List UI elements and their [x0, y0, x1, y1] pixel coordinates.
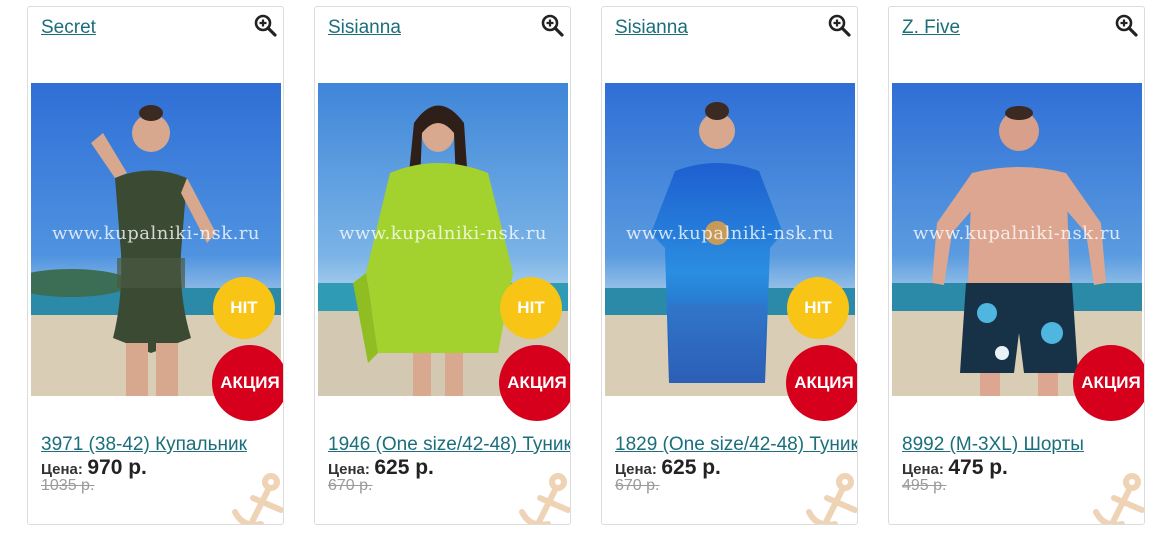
sale-badge: АКЦИЯ: [212, 345, 283, 421]
product-grid: Secret www.kupalniki-nsk.ru HIT АКЦИЯ 39…: [27, 6, 1147, 526]
sale-badge: АКЦИЯ: [499, 345, 570, 421]
anchor-icon: [232, 473, 283, 524]
old-price: 495 р.: [902, 477, 947, 494]
price-label: Цена:: [41, 461, 83, 478]
price-label: Цена:: [328, 461, 370, 478]
zoom-in-icon[interactable]: [253, 13, 277, 37]
brand-link[interactable]: Z. Five: [902, 17, 960, 39]
price-label: Цена:: [615, 461, 657, 478]
zoom-in-icon[interactable]: [1114, 13, 1138, 37]
anchor-icon: [1093, 473, 1144, 524]
price-value: 625 р.: [374, 456, 434, 479]
product-title-link[interactable]: 3971 (38-42) Купальник: [41, 434, 283, 456]
price-value: 970 р.: [87, 456, 147, 479]
product-title-link[interactable]: 1946 (One size/42-48) Туника: [328, 434, 570, 456]
zoom-in-icon[interactable]: [540, 13, 564, 37]
product-card: Secret www.kupalniki-nsk.ru HIT АКЦИЯ 39…: [27, 6, 284, 525]
brand-link[interactable]: Sisianna: [328, 17, 401, 39]
product-card: Sisianna www.kupalniki-nsk.ru HIT АКЦИЯ …: [314, 6, 571, 525]
sale-badge: АКЦИЯ: [1073, 345, 1144, 421]
anchor-icon: [519, 473, 570, 524]
watermark: www.kupalniki-nsk.ru: [338, 223, 548, 244]
watermark: www.kupalniki-nsk.ru: [51, 223, 261, 244]
product-card: Sisianna www.kupalniki-nsk.ru HIT АКЦИЯ …: [601, 6, 858, 525]
brand-link[interactable]: Sisianna: [615, 17, 688, 39]
hit-badge: HIT: [213, 277, 275, 339]
brand-link[interactable]: Secret: [41, 17, 96, 39]
product-card: Z. Five www.kupalniki-nsk.ru АКЦИЯ 8992 …: [888, 6, 1145, 525]
hit-badge: HIT: [500, 277, 562, 339]
product-title-link[interactable]: 1829 (One size/42-48) Туника: [615, 434, 857, 456]
hit-badge: HIT: [787, 277, 849, 339]
price-value: 625 р.: [661, 456, 721, 479]
price-label: Цена:: [902, 461, 944, 478]
watermark: www.kupalniki-nsk.ru: [625, 223, 835, 244]
sale-badge: АКЦИЯ: [786, 345, 857, 421]
anchor-icon: [806, 473, 857, 524]
old-price: 1035 р.: [41, 477, 95, 494]
old-price: 670 р.: [615, 477, 660, 494]
old-price: 670 р.: [328, 477, 373, 494]
zoom-in-icon[interactable]: [827, 13, 851, 37]
product-title-link[interactable]: 8992 (M-3XL) Шорты: [902, 434, 1144, 456]
price-value: 475 р.: [948, 456, 1008, 479]
watermark: www.kupalniki-nsk.ru: [912, 223, 1122, 244]
